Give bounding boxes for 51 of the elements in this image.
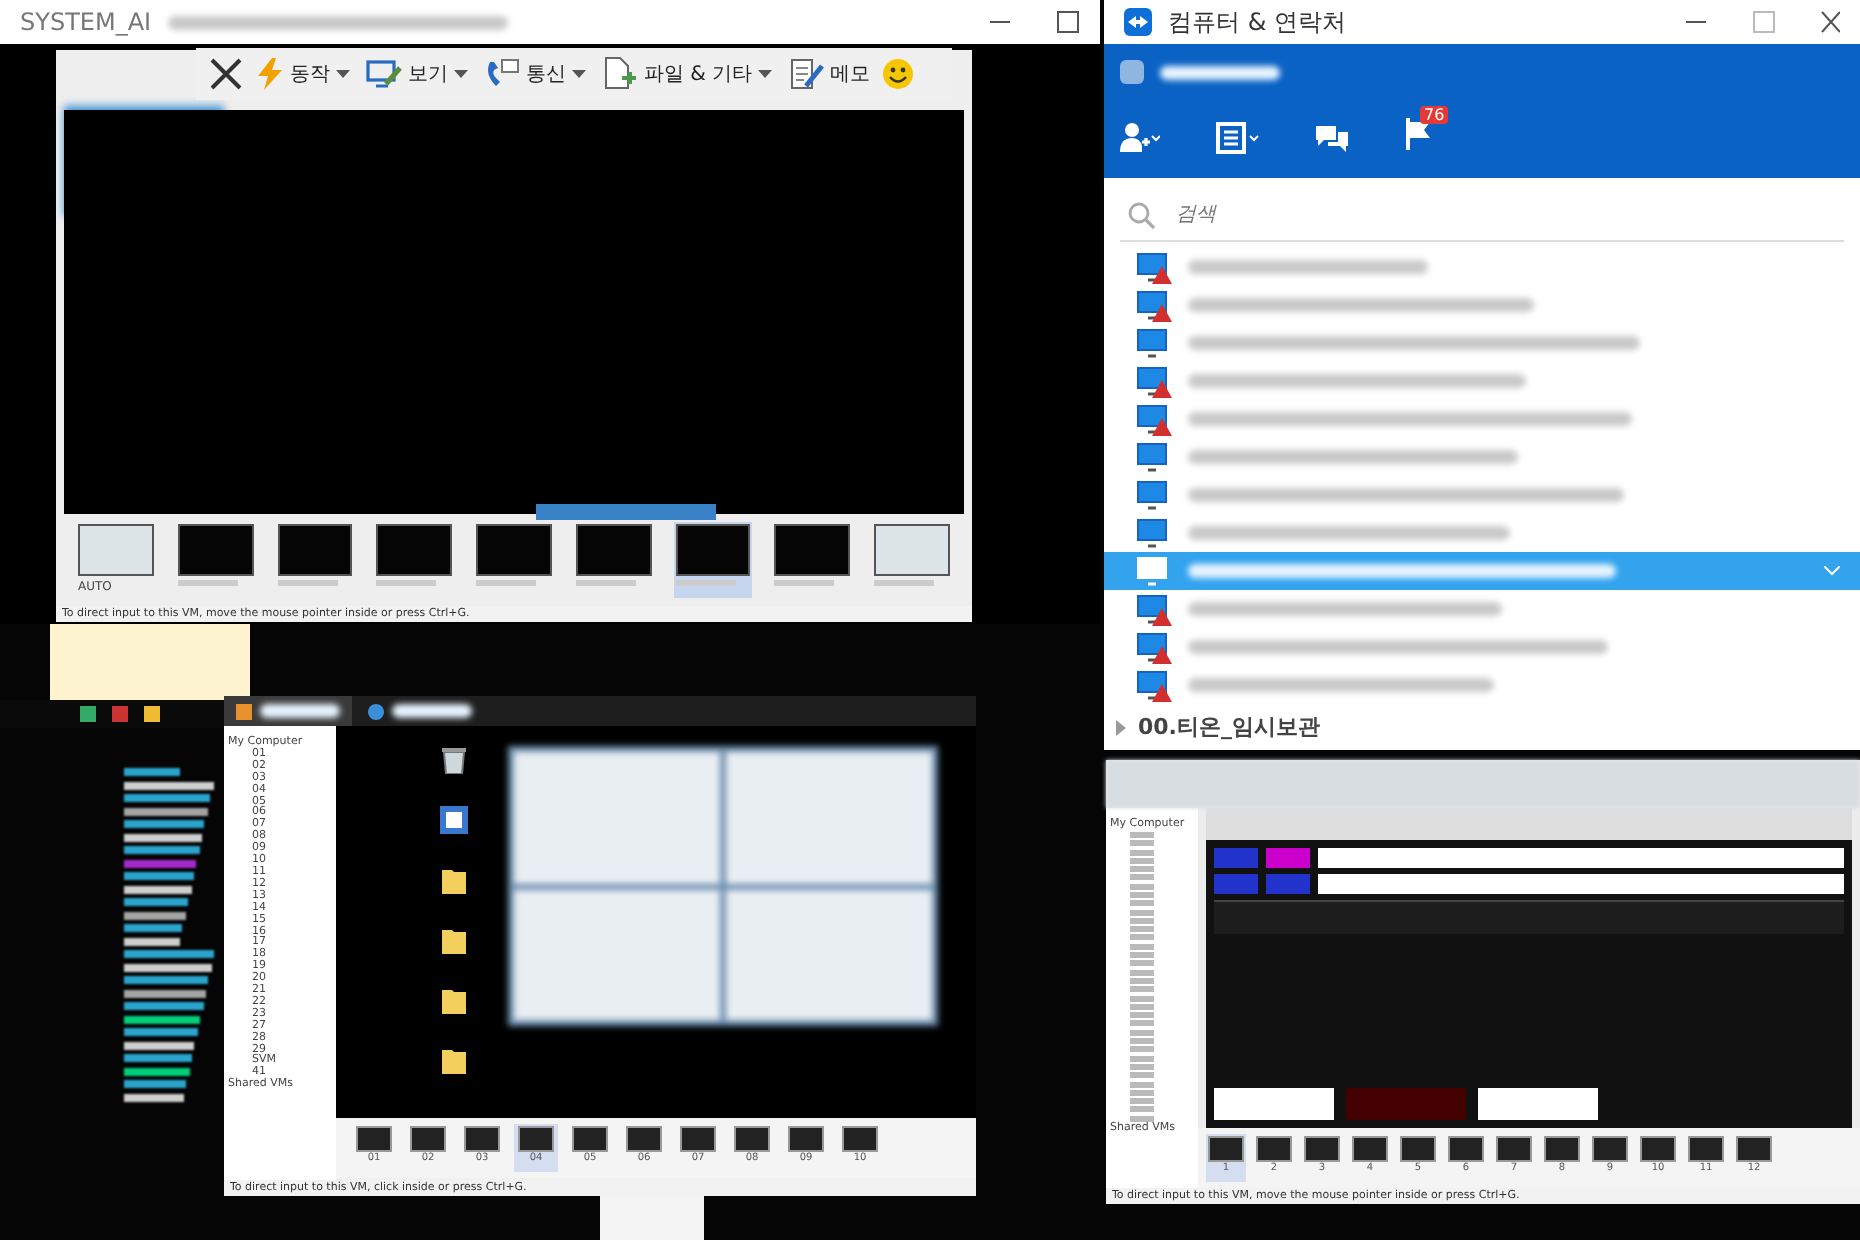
monitor-warning-icon [1136, 669, 1172, 701]
toolbar-menu-button[interactable]: 파일 & 기타 [598, 56, 777, 92]
blurred-account-name [1160, 65, 1280, 79]
toolbar-menu-button[interactable]: 동작 [252, 58, 354, 90]
app-shortcut-icon[interactable] [440, 806, 468, 834]
smiley-icon[interactable] [882, 58, 915, 90]
phone-chat-icon [484, 58, 520, 90]
close-icon[interactable] [1820, 10, 1840, 34]
folder-icon[interactable] [442, 866, 466, 894]
monitor-warning-icon [1136, 251, 1172, 283]
flag-icon[interactable] [1404, 118, 1436, 151]
toolbar-menu-button[interactable]: 통신 [480, 58, 590, 90]
toolbar-menu-button[interactable]: 보기 [362, 58, 472, 90]
lightning-icon [256, 58, 284, 90]
monitor-warning-icon [1136, 365, 1172, 397]
monitor-pen-icon [366, 58, 402, 90]
toolbar-menu-button[interactable]: 메모 [784, 56, 875, 92]
blurred-explorer-panel [600, 1196, 704, 1240]
vm-tab[interactable] [224, 696, 352, 726]
chevron-down-icon[interactable] [1824, 566, 1840, 576]
trash-icon[interactable] [442, 746, 466, 774]
avatar-icon [1120, 60, 1144, 84]
group-item[interactable]: 00.티온_임시보관 [1104, 704, 1860, 750]
window-title: 컴퓨터 & 연락처 [1168, 5, 1346, 39]
search-icon [1128, 201, 1156, 230]
monitor-warning-icon [1136, 593, 1172, 625]
monitor-icon [1136, 517, 1172, 549]
monitor-icon [1136, 479, 1172, 511]
close-icon[interactable] [208, 56, 244, 92]
window-title: SYSTEM_AI [20, 8, 152, 36]
chat-icon[interactable] [1316, 124, 1348, 153]
folder-icon[interactable] [442, 986, 466, 1014]
folder-icon[interactable] [442, 926, 466, 954]
notification-badge: 76 [1420, 106, 1449, 125]
monitor-warning-icon [1136, 289, 1172, 321]
app-logo-icon [1124, 8, 1152, 36]
list-icon[interactable] [1216, 122, 1260, 155]
vm-thumbnail[interactable] [673, 522, 753, 598]
add-contact-icon[interactable] [1120, 122, 1160, 155]
notepad-pen-icon [788, 56, 825, 92]
maximize-icon[interactable] [1056, 10, 1080, 34]
monitor-icon [1136, 555, 1172, 587]
monitor-icon [1136, 441, 1172, 473]
search-field[interactable]: 검색 [1172, 202, 1836, 229]
monitor-warning-icon [1136, 403, 1172, 435]
expand-triangle-icon[interactable] [1116, 719, 1128, 735]
monitor-warning-icon [1136, 631, 1172, 663]
computer-list-item[interactable] [1104, 552, 1860, 590]
monitor-icon [1136, 327, 1172, 359]
folder-icon[interactable] [442, 1046, 466, 1074]
document-plus-icon [602, 56, 638, 92]
